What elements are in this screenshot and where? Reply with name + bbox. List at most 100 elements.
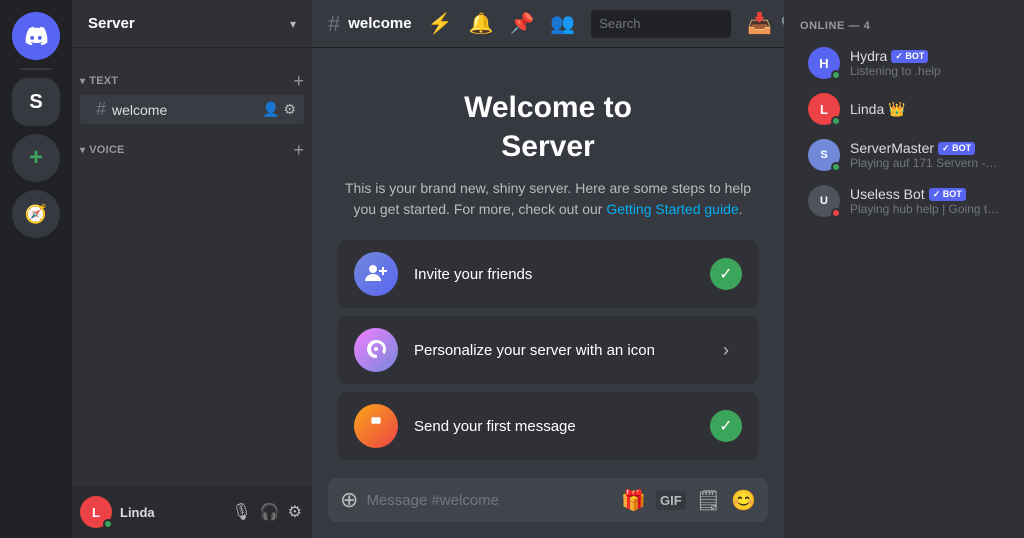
welcome-description: This is your brand new, shiny server. He… xyxy=(332,178,764,220)
task-message-icon xyxy=(354,404,398,448)
channel-hash-icon: # xyxy=(96,99,106,120)
member-servermaster-name: ServerMaster ✓ BOT xyxy=(850,140,1000,156)
welcome-title: Welcome toServer xyxy=(332,88,764,166)
text-category-label[interactable]: ▾ TEXT xyxy=(80,75,118,87)
member-avatar-letter: U xyxy=(820,195,828,207)
voice-category-text: VOICE xyxy=(89,144,124,156)
member-avatar-letter: H xyxy=(819,56,828,71)
topbar: # welcome ⚡ 🔔 📌 👥 🔍 📥 ❓ xyxy=(312,0,784,48)
member-uselessbot-status: Playing hub help | Going to sle... xyxy=(850,202,1000,216)
channel-list: ▾ TEXT + # welcome 👤 ⚙ ▾ VOICE + xyxy=(72,48,312,486)
emoji-icon[interactable]: 😊 xyxy=(731,488,756,513)
topbar-channel-info: # welcome xyxy=(328,11,412,37)
inbox-icon[interactable]: 📥 xyxy=(747,11,772,36)
user-info: Linda xyxy=(120,505,221,520)
main-content: # welcome ⚡ 🔔 📌 👥 🔍 📥 ❓ Welcome toServer… xyxy=(312,0,784,538)
task-message-check: ✓ xyxy=(710,410,742,442)
member-uselessbot-status-dot xyxy=(831,208,841,218)
gift-icon[interactable]: 🎁 xyxy=(621,488,646,513)
task-message[interactable]: Send your first message ✓ xyxy=(338,392,758,460)
user-status-dot xyxy=(103,519,113,529)
user-avatar: L xyxy=(80,496,112,528)
task-personalize-icon xyxy=(354,328,398,372)
task-cards: Invite your friends ✓ Personalize your s… xyxy=(338,240,758,460)
sticker-icon[interactable]: 🗒 xyxy=(696,488,721,513)
channel-welcome[interactable]: # welcome 👤 ⚙ xyxy=(80,95,304,124)
server-list-divider xyxy=(20,68,52,70)
message-input[interactable] xyxy=(366,492,613,509)
member-servermaster-status-dot xyxy=(831,162,841,172)
add-server-icon: + xyxy=(29,144,43,172)
text-category: ▾ TEXT + xyxy=(72,56,312,94)
user-controls: 🎙 🎧 ⚙ xyxy=(229,500,304,524)
member-linda-name: Linda 👑 xyxy=(850,101,1000,118)
settings-icon[interactable]: ⚙ xyxy=(283,101,296,118)
add-text-channel-button[interactable]: + xyxy=(293,72,304,90)
voice-category-arrow-icon: ▾ xyxy=(80,145,85,156)
bot-badge-servermaster: ✓ BOT xyxy=(938,142,975,155)
task-message-label: Send your first message xyxy=(414,418,694,435)
channel-action-icons: 👤 ⚙ xyxy=(262,101,296,118)
topbar-hash-icon: # xyxy=(328,11,340,37)
member-hydra[interactable]: H Hydra ✓ BOT Listening to .help xyxy=(792,41,1016,85)
members-online-header: ONLINE — 4 xyxy=(784,16,1024,36)
discord-home-button[interactable] xyxy=(12,12,60,60)
message-input-area: ⊕ 🎁 GIF 🗒 😊 xyxy=(312,478,784,538)
crown-icon: 👑 xyxy=(888,101,905,118)
explore-servers-button[interactable]: 🧭 xyxy=(12,190,60,238)
attach-button[interactable]: ⊕ xyxy=(340,487,358,513)
member-servermaster-status: Playing auf 171 Servern - /help xyxy=(850,156,1000,170)
task-invite[interactable]: Invite your friends ✓ xyxy=(338,240,758,308)
add-member-icon[interactable]: 👤 xyxy=(262,101,279,118)
category-arrow-icon: ▾ xyxy=(80,76,85,87)
pinned-icon[interactable]: 📌 xyxy=(509,11,534,36)
member-uselessbot[interactable]: U Useless Bot ✓ BOT Playing hub help | G… xyxy=(792,179,1016,223)
member-avatar-letter: L xyxy=(820,102,828,117)
member-hydra-name: Hydra ✓ BOT xyxy=(850,48,1000,64)
channel-name-welcome: welcome xyxy=(112,102,256,118)
member-servermaster-info: ServerMaster ✓ BOT Playing auf 171 Serve… xyxy=(850,140,1000,170)
explore-icon: 🧭 xyxy=(25,204,47,225)
task-invite-check: ✓ xyxy=(710,258,742,290)
chat-area: Welcome toServer This is your brand new,… xyxy=(312,48,784,478)
add-server-button[interactable]: + xyxy=(12,134,60,182)
search-bar[interactable]: 🔍 xyxy=(591,10,731,38)
server-header[interactable]: Server ▾ xyxy=(72,0,312,48)
text-category-text: TEXT xyxy=(89,75,118,87)
member-servermaster[interactable]: S ServerMaster ✓ BOT Playing auf 171 Ser… xyxy=(792,133,1016,177)
server-initial: S xyxy=(29,91,42,114)
member-linda-avatar: L xyxy=(808,93,840,125)
user-settings-button[interactable]: ⚙ xyxy=(286,500,304,524)
voice-category: ▾ VOICE + xyxy=(72,125,312,163)
gif-icon[interactable]: GIF xyxy=(656,491,686,510)
topbar-icons: ⚡ 🔔 📌 👥 🔍 📥 ❓ xyxy=(428,10,784,38)
add-voice-channel-button[interactable]: + xyxy=(293,141,304,159)
task-personalize[interactable]: Personalize your server with an icon › xyxy=(338,316,758,384)
threads-icon[interactable]: ⚡ xyxy=(428,11,453,36)
bot-badge-uselessbot: ✓ BOT xyxy=(929,188,966,201)
member-servermaster-avatar: S xyxy=(808,139,840,171)
member-hydra-status: Listening to .help xyxy=(850,64,1000,78)
notifications-icon[interactable]: 🔔 xyxy=(469,11,494,36)
topbar-channel-name: welcome xyxy=(348,15,411,32)
task-invite-label: Invite your friends xyxy=(414,266,694,283)
members-icon[interactable]: 👥 xyxy=(550,11,575,36)
member-uselessbot-info: Useless Bot ✓ BOT Playing hub help | Goi… xyxy=(850,186,1000,216)
user-name: Linda xyxy=(120,505,221,520)
mute-button[interactable]: 🎙 xyxy=(229,500,253,524)
user-panel: L Linda 🎙 🎧 ⚙ xyxy=(72,486,312,538)
server-list: S + 🧭 xyxy=(0,0,72,538)
welcome-section: Welcome toServer This is your brand new,… xyxy=(312,48,784,478)
voice-category-label[interactable]: ▾ VOICE xyxy=(80,144,125,156)
server-name: Server xyxy=(88,15,135,32)
members-sidebar: ONLINE — 4 H Hydra ✓ BOT Listening to .h… xyxy=(784,0,1024,538)
deafen-button[interactable]: 🎧 xyxy=(258,500,282,524)
server-s-button[interactable]: S xyxy=(12,78,60,126)
task-personalize-label: Personalize your server with an icon xyxy=(414,342,694,359)
member-hydra-info: Hydra ✓ BOT Listening to .help xyxy=(850,48,1000,78)
member-linda[interactable]: L Linda 👑 xyxy=(792,87,1016,131)
message-input-box: ⊕ 🎁 GIF 🗒 😊 xyxy=(328,478,768,522)
member-uselessbot-avatar: U xyxy=(808,185,840,217)
getting-started-link[interactable]: Getting Started guide xyxy=(606,201,738,217)
chevron-down-icon: ▾ xyxy=(290,17,296,31)
